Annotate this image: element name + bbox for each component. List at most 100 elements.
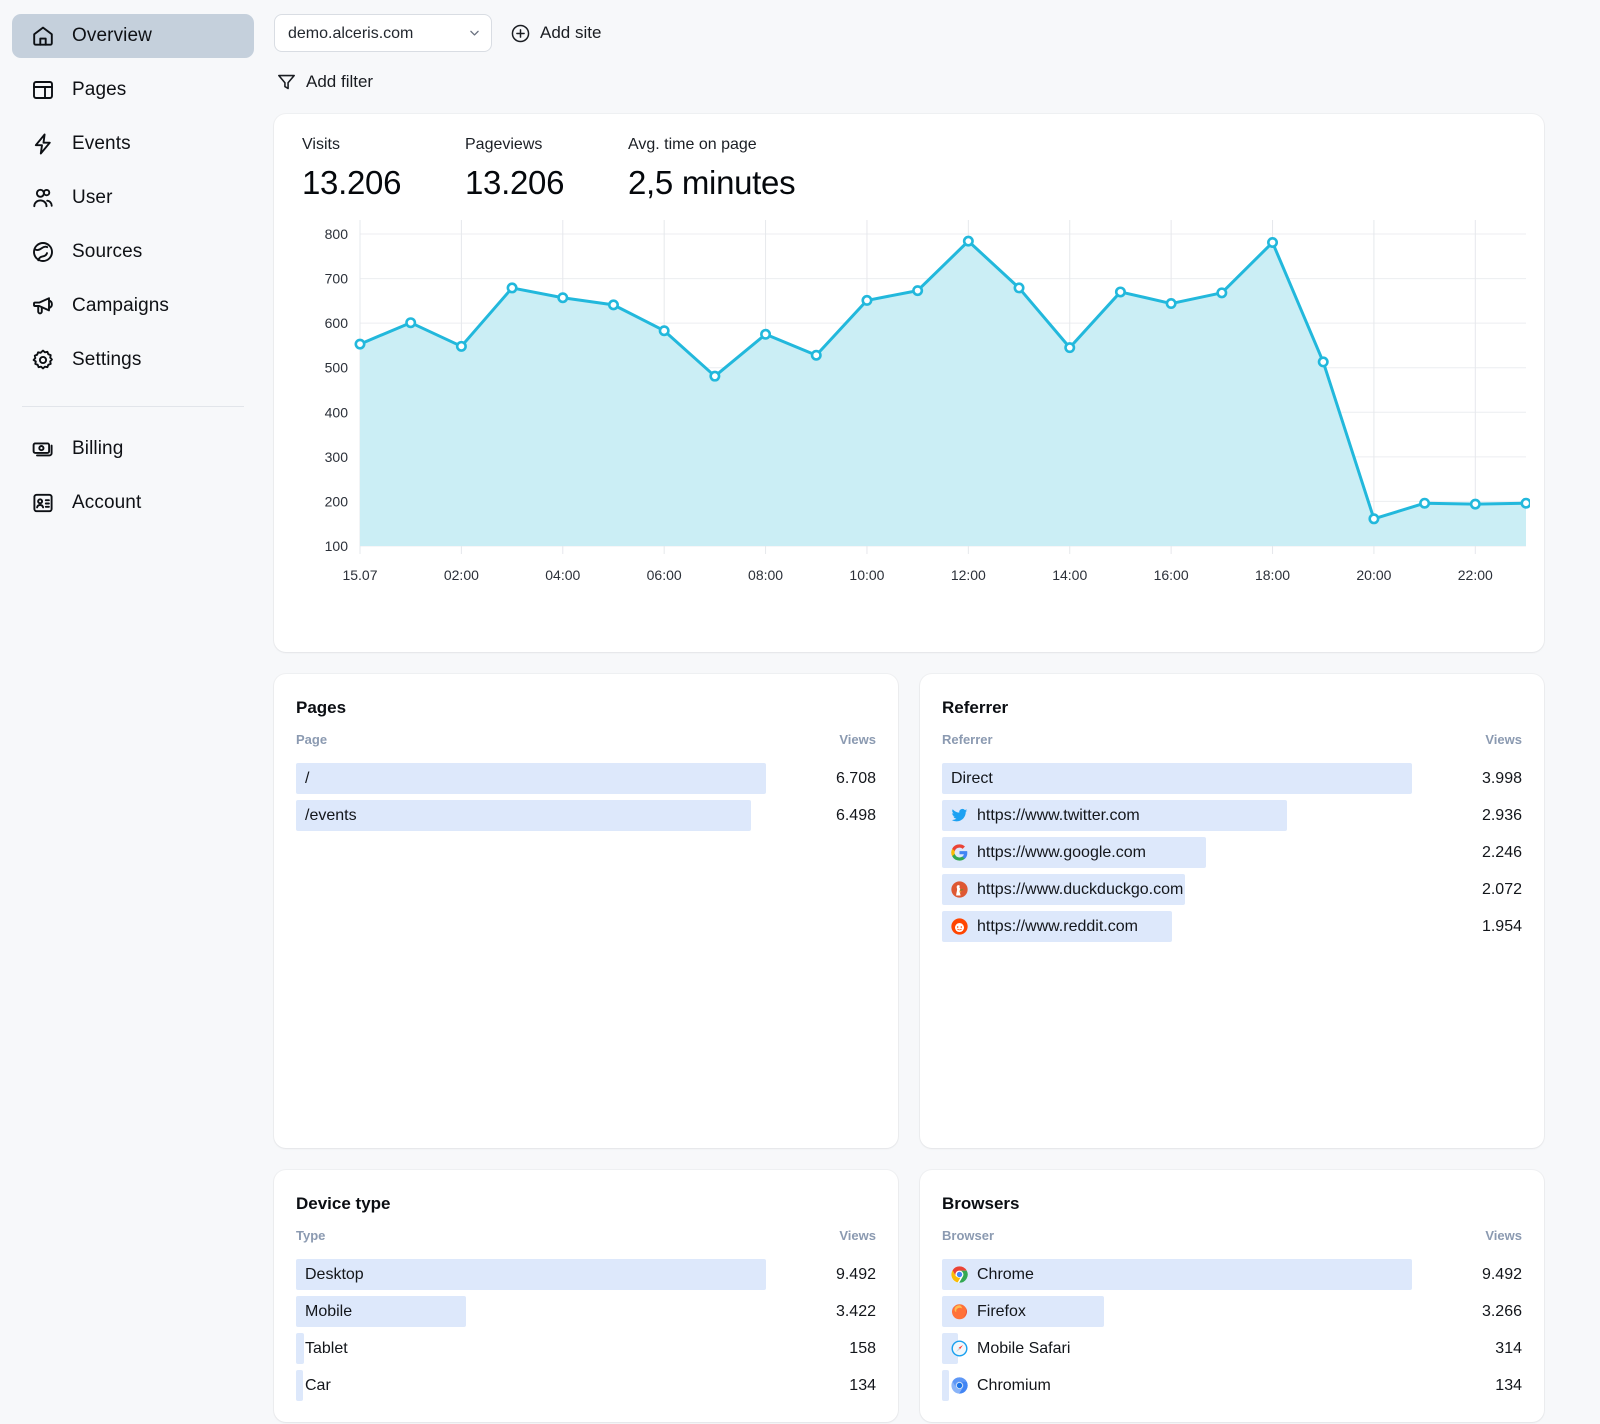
- row-label-text: Car: [305, 1376, 331, 1394]
- chart-data-point[interactable]: [1520, 497, 1530, 509]
- row-label-text: Mobile Safari: [977, 1339, 1071, 1357]
- table-row[interactable]: https://www.duckduckgo.com 2.072: [942, 871, 1522, 908]
- sidebar-item-settings[interactable]: Settings: [12, 338, 254, 382]
- sidebar-item-label: Billing: [72, 438, 124, 459]
- app-root: Overview Pages Events User Sources Campa…: [0, 0, 1600, 1424]
- y-axis-tick-label: 600: [325, 315, 349, 331]
- chart-data-point[interactable]: [1165, 298, 1177, 310]
- sidebar-item-billing[interactable]: Billing: [12, 427, 254, 471]
- table-row[interactable]: Desktop 9.492: [296, 1256, 876, 1293]
- row-value: 134: [1495, 1376, 1522, 1394]
- row-label-cell: Desktop: [296, 1256, 766, 1293]
- sidebar-item-label: Account: [72, 492, 142, 513]
- chart-data-point[interactable]: [912, 285, 924, 297]
- panel-title: Browsers: [942, 1194, 1020, 1213]
- row-label-text: Tablet: [305, 1339, 348, 1357]
- panel-title: Device type: [296, 1194, 391, 1213]
- row-label: /events: [296, 797, 766, 834]
- row-label-text: Chrome: [977, 1265, 1034, 1283]
- chart-data-point[interactable]: [1013, 282, 1025, 294]
- chart-data-point[interactable]: [1368, 513, 1380, 525]
- table-row[interactable]: Chromium 134: [942, 1367, 1522, 1404]
- row-label: https://www.google.com: [942, 834, 1412, 871]
- sidebar-item-events[interactable]: Events: [12, 122, 254, 166]
- device-type-table: Type Views Desktop 9.492 Mobile 3.422 Tablet…: [296, 1228, 876, 1404]
- chart-data-point[interactable]: [1114, 286, 1126, 298]
- row-label-cell: Chromium: [942, 1367, 1412, 1404]
- add-filter-button[interactable]: Add filter: [276, 71, 373, 92]
- sidebar-item-overview[interactable]: Overview: [12, 14, 254, 58]
- add-site-button[interactable]: Add site: [510, 23, 601, 44]
- table-row[interactable]: /events 6.498: [296, 797, 876, 834]
- chart-data-point[interactable]: [354, 338, 366, 350]
- row-label-text: Mobile: [305, 1302, 353, 1320]
- table-row[interactable]: https://www.google.com 2.246: [942, 834, 1522, 871]
- sidebar-item-pages[interactable]: Pages: [12, 68, 254, 112]
- table-row[interactable]: Car 134: [296, 1367, 876, 1404]
- row-label-text: https://www.google.com: [977, 843, 1146, 861]
- chart-data-point[interactable]: [962, 235, 974, 247]
- device-type-panel: Device type Type Views Desktop 9.492 Mobil…: [274, 1170, 898, 1422]
- chart-data-point[interactable]: [658, 325, 670, 337]
- y-axis-tick-label: 100: [325, 538, 349, 554]
- site-select[interactable]: demo.alceris.com: [274, 14, 492, 52]
- column-header-views: Views: [839, 1228, 876, 1243]
- chart-data-point[interactable]: [810, 349, 822, 361]
- row-label-text: Chromium: [977, 1376, 1051, 1394]
- chart-data-point[interactable]: [405, 317, 417, 329]
- table-row[interactable]: Firefox 3.266: [942, 1293, 1522, 1330]
- chart-data-point[interactable]: [1317, 356, 1329, 368]
- chart-data-point[interactable]: [506, 282, 518, 294]
- kpi-value: 2,5 minutes: [628, 164, 796, 201]
- chart-data-point[interactable]: [861, 294, 873, 306]
- home-icon: [30, 24, 55, 49]
- chart-data-point[interactable]: [760, 328, 772, 340]
- kpi-value: 13.206: [302, 164, 402, 201]
- row-label-cell: Chrome: [942, 1256, 1412, 1293]
- table-row[interactable]: Mobile Safari 314: [942, 1330, 1522, 1367]
- x-axis-tick-label: 04:00: [545, 567, 580, 583]
- row-label-text: https://www.reddit.com: [977, 917, 1138, 935]
- chart-data-point[interactable]: [607, 299, 619, 311]
- chart-data-point[interactable]: [1216, 287, 1228, 299]
- row-label-text: https://www.twitter.com: [977, 806, 1140, 824]
- row-label: https://www.reddit.com: [942, 908, 1412, 945]
- chart-data-point[interactable]: [455, 340, 467, 352]
- table-row[interactable]: https://www.twitter.com 2.936: [942, 797, 1522, 834]
- column-header-views: Views: [839, 732, 876, 747]
- sidebar-item-campaigns[interactable]: Campaigns: [12, 284, 254, 328]
- row-value: 314: [1495, 1339, 1522, 1357]
- chart-data-point[interactable]: [557, 292, 569, 304]
- row-label-cell: https://www.duckduckgo.com: [942, 871, 1412, 908]
- table-row[interactable]: / 6.708: [296, 760, 876, 797]
- chart-data-point[interactable]: [709, 370, 721, 382]
- chart-data-point[interactable]: [1267, 236, 1279, 248]
- panels-row-2: Device type Type Views Desktop 9.492 Mobil…: [274, 1170, 1544, 1422]
- table-row[interactable]: Mobile 3.422: [296, 1293, 876, 1330]
- row-label-cell: https://www.twitter.com: [942, 797, 1412, 834]
- sidebar-item-user[interactable]: User: [12, 176, 254, 220]
- table-row[interactable]: https://www.reddit.com 1.954: [942, 908, 1522, 945]
- chart-data-point[interactable]: [1469, 498, 1481, 510]
- x-axis-tick-label: 08:00: [748, 567, 783, 583]
- chart-data-point[interactable]: [1064, 342, 1076, 354]
- sidebar-item-label: Settings: [72, 349, 142, 370]
- row-value: 9.492: [835, 1265, 876, 1283]
- chart-data-point[interactable]: [1419, 497, 1431, 509]
- row-label: Direct: [942, 760, 1412, 797]
- table-row[interactable]: Direct 3.998: [942, 760, 1522, 797]
- y-axis-tick-label: 700: [325, 271, 349, 287]
- x-axis-tick-label: 15.07: [342, 567, 377, 583]
- kpi-row: Visits 13.206 Pageviews 13.206 Avg. time…: [298, 136, 1520, 202]
- account-icon: [30, 491, 55, 516]
- y-axis-tick-label: 300: [325, 449, 349, 465]
- sidebar-item-account[interactable]: Account: [12, 481, 254, 525]
- referrer-table: Referrer Views Direct 3.998 https://www.tw…: [942, 732, 1522, 945]
- sidebar-item-label: Events: [72, 133, 131, 154]
- table-row[interactable]: Chrome 9.492: [942, 1256, 1522, 1293]
- row-value: 3.266: [1481, 1302, 1522, 1320]
- row-value: 158: [849, 1339, 876, 1357]
- funnel-icon: [278, 74, 295, 90]
- table-row[interactable]: Tablet 158: [296, 1330, 876, 1367]
- sidebar-item-sources[interactable]: Sources: [12, 230, 254, 274]
